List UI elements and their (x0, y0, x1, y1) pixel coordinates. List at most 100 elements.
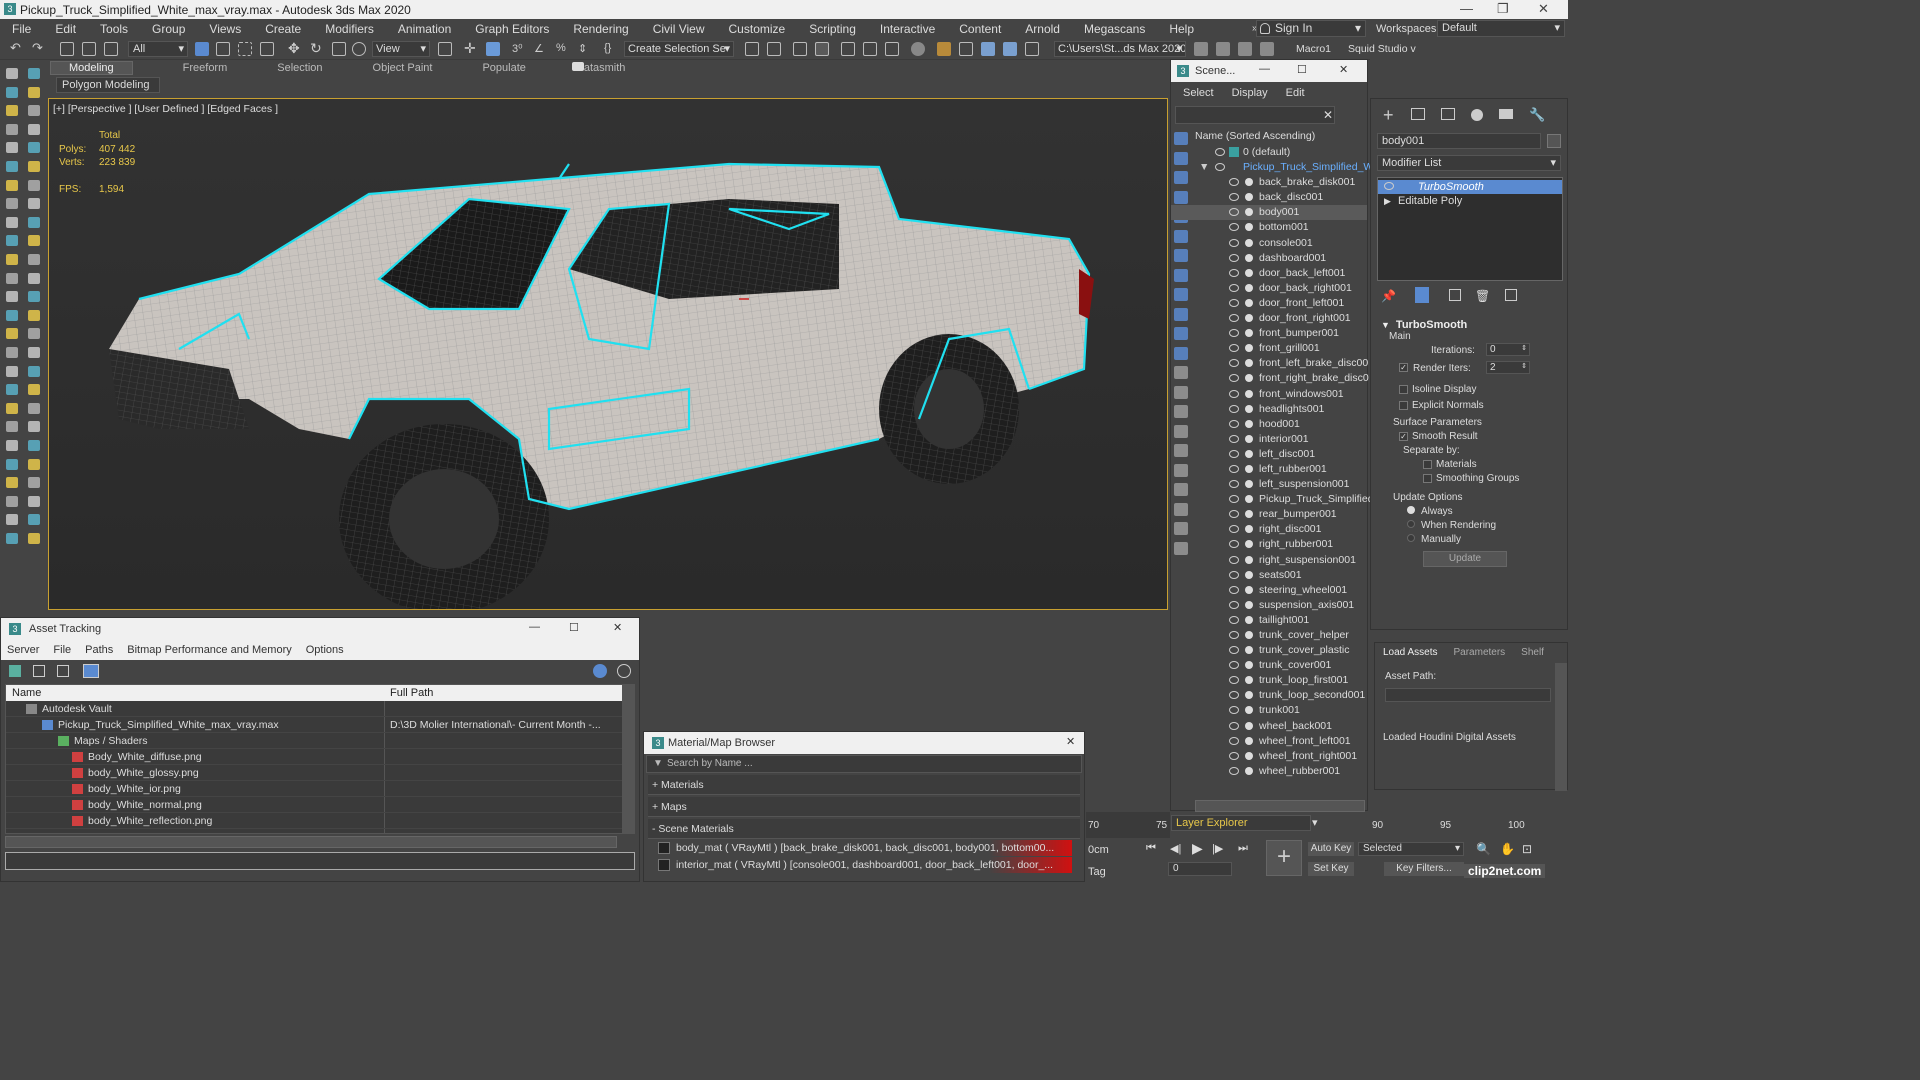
scene-search-field[interactable] (1175, 106, 1335, 124)
eye-icon[interactable] (1229, 555, 1239, 564)
vray-icon[interactable] (1025, 42, 1039, 56)
display-tab-icon[interactable] (1499, 109, 1513, 119)
isoline-checkbox[interactable] (1399, 384, 1408, 394)
bulb-icon[interactable] (6, 142, 18, 154)
cylinder-icon[interactable] (6, 179, 18, 191)
minimize-icon[interactable]: — (529, 621, 540, 633)
settings-icon[interactable] (28, 421, 40, 433)
eye-icon[interactable] (1229, 540, 1239, 549)
create-tab-icon[interactable]: + (1383, 105, 1394, 126)
scene-item-row[interactable]: front_right_brake_disc0 (1171, 371, 1369, 386)
scale-icon[interactable] (332, 42, 346, 56)
mirror-icon[interactable] (745, 42, 759, 56)
ribbon-toggle-icon[interactable] (841, 42, 855, 56)
scene-item-row[interactable]: front_windows001 (1171, 387, 1367, 402)
refresh-icon[interactable] (9, 665, 21, 677)
menu-arnold[interactable]: Arnold (1013, 22, 1072, 36)
box-icon[interactable] (6, 161, 18, 172)
scene-item-row[interactable]: taillight001 (1171, 613, 1367, 628)
pin-stack-icon[interactable]: 📌 (1381, 289, 1396, 303)
eye-icon[interactable] (1229, 374, 1239, 383)
ribbon-tab-modeling[interactable]: Modeling (50, 61, 133, 75)
auto-key-button[interactable]: Auto Key (1308, 842, 1354, 856)
scene-item-row[interactable]: back_brake_disk001 (1171, 175, 1367, 190)
play-icon[interactable] (6, 458, 18, 470)
asset-row[interactable]: Body_White_diffuse.png (6, 749, 634, 765)
pen-icon[interactable] (6, 123, 18, 135)
thumbnail-view-icon[interactable] (57, 665, 69, 677)
plane-icon[interactable] (28, 254, 40, 265)
scene-item-row[interactable]: bottom001 (1171, 220, 1367, 235)
smoothing-groups-row[interactable]: Smoothing Groups (1381, 473, 1567, 484)
set-key-mode-button[interactable]: + (1266, 840, 1302, 876)
maximize-icon[interactable]: ☐ (569, 621, 579, 634)
when-rendering-row[interactable]: When Rendering (1381, 520, 1567, 531)
asset-row[interactable]: Autodesk Vault (6, 701, 634, 717)
hierarchy-tab-icon[interactable] (1441, 108, 1455, 120)
save-file-icon[interactable] (1238, 42, 1252, 56)
eye-icon[interactable] (1229, 646, 1239, 655)
show-end-result-icon[interactable] (1415, 287, 1429, 303)
pen-icon[interactable] (28, 123, 40, 135)
asset-menu-paths[interactable]: Paths (85, 644, 113, 656)
object-color-swatch[interactable] (1547, 134, 1561, 148)
bind-space-warp-icon[interactable] (104, 42, 118, 56)
cone-icon[interactable] (6, 235, 18, 247)
key-filters-button[interactable]: Key Filters... (1384, 862, 1464, 876)
scene-item-row[interactable]: trunk_loop_second001 (1171, 688, 1367, 703)
ribbon-tab-freeform[interactable]: Freeform (183, 62, 228, 74)
spacewarp-icon[interactable] (6, 328, 18, 340)
eye-icon[interactable] (1229, 464, 1239, 473)
cube-icon[interactable] (6, 495, 18, 507)
asset-status-field[interactable] (5, 852, 635, 870)
eye-icon[interactable] (1229, 268, 1239, 277)
modifier-list-select[interactable]: Modifier List ▾ (1377, 155, 1561, 171)
scene-item-row[interactable]: suspension_axis001 (1171, 598, 1367, 613)
manually-row[interactable]: Manually (1381, 534, 1567, 545)
houdini-tab-parameters[interactable]: Parameters (1445, 643, 1513, 663)
settings-icon[interactable] (6, 421, 18, 433)
rect-selection-icon[interactable] (238, 42, 252, 56)
eye-icon[interactable] (1229, 419, 1239, 428)
eye-icon[interactable] (1229, 298, 1239, 307)
menu-graph-editors[interactable]: Graph Editors (463, 22, 561, 36)
frame-field[interactable]: 0 (1168, 862, 1232, 876)
zoom-extents-icon[interactable]: ⊡ (1522, 842, 1532, 856)
manually-radio[interactable] (1407, 534, 1415, 542)
eye-icon[interactable] (1229, 631, 1239, 639)
system-icon[interactable] (6, 347, 18, 358)
eye-icon[interactable] (1229, 510, 1239, 519)
eye-icon[interactable] (1229, 736, 1239, 745)
materials-checkbox[interactable] (1423, 459, 1432, 469)
eye-icon[interactable] (1229, 344, 1239, 353)
menu-rendering[interactable]: Rendering (561, 22, 640, 36)
ribbon-tab-object-paint[interactable]: Object Paint (373, 62, 433, 74)
material-icon[interactable] (28, 384, 40, 396)
modifier-stack-item-editable-poly[interactable]: ▶ Editable Poly (1378, 194, 1562, 208)
scene-menu-edit[interactable]: Edit (1286, 87, 1305, 99)
play-icon[interactable]: ▶ (1192, 840, 1203, 857)
table-view-icon[interactable] (83, 664, 99, 678)
pivot-icon[interactable] (438, 42, 452, 56)
scene-item-row[interactable]: wheel_back001 (1171, 719, 1367, 734)
redo-icon[interactable]: ↷ (32, 40, 46, 55)
grid-icon[interactable] (28, 533, 40, 544)
menu-civil-view[interactable]: Civil View (641, 22, 717, 36)
clear-search-icon[interactable]: ✕ (1323, 108, 1333, 122)
scene-item-row[interactable]: left_rubber001 (1171, 462, 1367, 477)
asset-row[interactable]: body_White_reflection.png (6, 813, 634, 829)
menu-group[interactable]: Group (140, 22, 197, 36)
dummy-icon[interactable] (28, 365, 40, 377)
render-iters-checkbox[interactable]: ✓ (1399, 363, 1408, 372)
layer-default-row[interactable]: 0 (default) (1171, 145, 1367, 160)
when-rendering-radio[interactable] (1407, 520, 1415, 528)
scene-item-row[interactable]: door_back_left001 (1171, 266, 1367, 281)
asset-path-field[interactable] (1385, 688, 1551, 702)
rendered-frame-icon[interactable] (959, 42, 973, 56)
menu-content[interactable]: Content (947, 22, 1013, 36)
scene-item-row[interactable]: door_front_left001 (1171, 296, 1367, 311)
layer-manager-icon[interactable] (793, 42, 807, 56)
cylinder-icon[interactable] (28, 179, 40, 191)
eye-icon[interactable] (1229, 615, 1239, 624)
ribbon-tab-populate[interactable]: Populate (482, 62, 525, 74)
